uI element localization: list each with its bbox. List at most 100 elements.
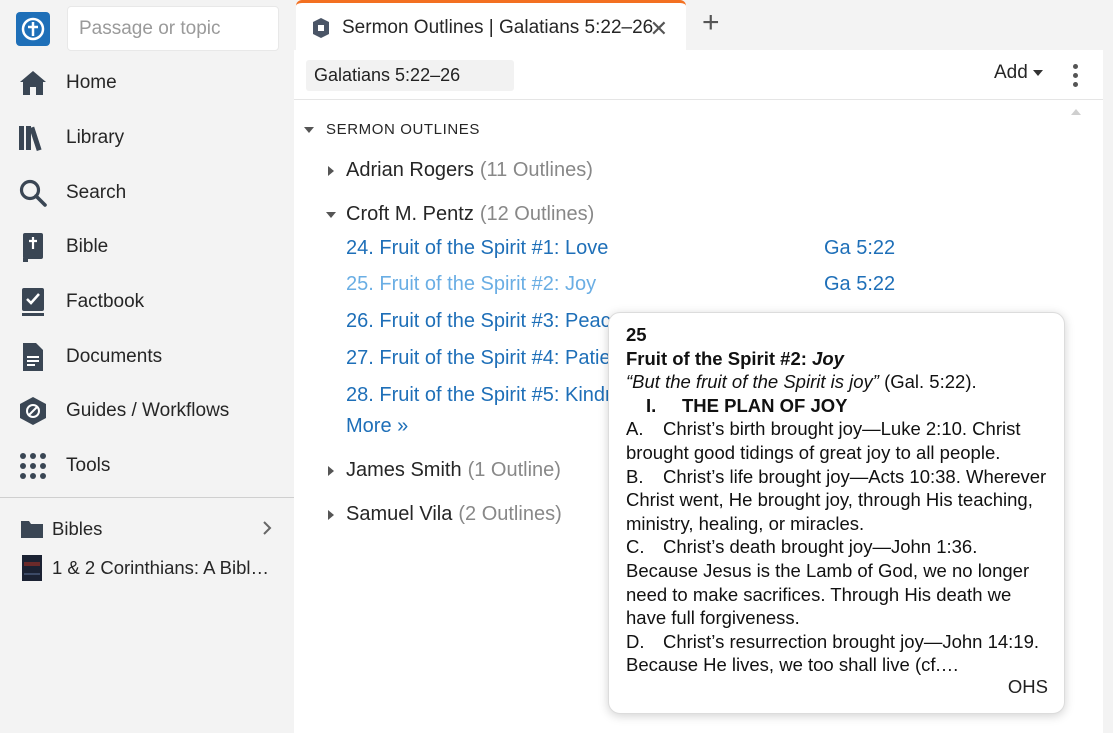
popup-title-prefix: Fruit of the Spirit #2: (626, 347, 813, 369)
book-cover-icon (20, 555, 44, 581)
popup-source-abbrev[interactable]: OHS (1008, 675, 1048, 699)
popup-point: A. Christ’s birth brought joy—Luke 2:10. … (626, 417, 1048, 464)
expanded-triangle-icon (326, 211, 336, 218)
section-header-sermon-outlines[interactable]: SERMON OUTLINES (304, 121, 480, 138)
logos-logo-icon[interactable] (16, 12, 50, 46)
outline-link[interactable]: 24. Fruit of the Spirit #1: Love (346, 237, 608, 260)
point-label: C. (626, 536, 645, 558)
author-name: Adrian Rogers (346, 159, 474, 181)
sidebar-item-bible[interactable]: Bible (0, 220, 294, 275)
more-outlines-link[interactable]: More » (346, 415, 408, 438)
popup-heading-num: I. (646, 394, 657, 416)
collapsed-triangle-icon (326, 509, 336, 520)
passage-search-input[interactable] (67, 6, 279, 51)
outline-link[interactable]: 26. Fruit of the Spirit #3: Peace (346, 310, 622, 333)
author-name: Samuel Vila (346, 503, 453, 525)
point-text: Christ’s death brought joy—John 1:36. Be… (626, 536, 1030, 629)
popup-point: D. Christ’s resurrection brought joy—John… (626, 630, 1048, 677)
shelf-folder-label: Bibles (52, 518, 103, 539)
sidebar-item-label: Bible (66, 236, 109, 258)
outline-link[interactable]: 27. Fruit of the Spirit #4: Patience (346, 347, 643, 370)
shelf-book-label: 1 & 2 Corinthians: A Bible Commentary (52, 557, 277, 578)
reference-input[interactable] (306, 60, 514, 91)
shelf-book-corinthians[interactable]: 1 & 2 Corinthians: A Bible Commentary (0, 549, 294, 587)
outline-link[interactable]: 25. Fruit of the Spirit #2: Joy (346, 273, 596, 296)
sidebar: Home Library Search Bible Factbook (0, 0, 294, 733)
bible-icon (18, 232, 48, 263)
point-label: A. (626, 418, 644, 440)
shelf-folder-bibles[interactable]: Bibles (0, 510, 294, 548)
home-icon (18, 68, 48, 98)
popup-title-italic: Joy (812, 347, 844, 369)
author-name: James Smith (346, 459, 462, 481)
outline-preview-popup: 25 Fruit of the Spirit #2: Joy “But the … (608, 312, 1065, 714)
tab-bar: Sermon Outlines | Galatians 5:22–26 ✕ + (294, 0, 1113, 52)
popup-number: 25 (626, 324, 647, 345)
author-row[interactable]: James Smith (1 Outline) (326, 459, 561, 482)
popup-title: Fruit of the Spirit #2: Joy (626, 347, 1048, 371)
popup-heading-text: THE PLAN OF JOY (682, 394, 848, 416)
sidebar-item-label: Factbook (66, 291, 145, 313)
sidebar-item-search[interactable]: Search (0, 165, 294, 220)
folder-icon (20, 517, 44, 541)
outline-reference-link[interactable]: Ga 5:22 (824, 273, 895, 296)
library-icon (18, 123, 48, 153)
author-name: Croft M. Pentz (346, 203, 474, 225)
sidebar-item-documents[interactable]: Documents (0, 329, 294, 384)
author-count: (2 Outlines) (458, 503, 562, 525)
new-tab-button[interactable]: + (702, 8, 720, 38)
tools-icon (18, 451, 48, 481)
caret-down-icon (1032, 70, 1043, 76)
panel-toolbar: Add (294, 50, 1103, 100)
point-text: Christ’s birth brought joy—Luke 2:10. Ch… (626, 418, 1021, 463)
sidebar-item-tools[interactable]: Tools (0, 439, 294, 494)
point-label: D. (626, 630, 645, 652)
sidebar-item-label: Guides / Workflows (66, 400, 230, 422)
author-row[interactable]: Samuel Vila (2 Outlines) (326, 503, 562, 526)
author-count: (11 Outlines) (479, 159, 593, 181)
popup-point: C. Christ’s death brought joy—John 1:36. … (626, 535, 1048, 629)
sidebar-item-label: Tools (66, 455, 111, 477)
sidebar-item-label: Documents (66, 345, 163, 367)
sidebar-item-home[interactable]: Home (0, 56, 294, 111)
tab-sermon-outlines[interactable]: Sermon Outlines | Galatians 5:22–26 ✕ (296, 0, 686, 52)
collapsed-triangle-icon (326, 165, 336, 176)
add-label: Add (994, 62, 1028, 83)
sidebar-item-label: Home (66, 72, 117, 94)
sidebar-item-label: Search (66, 181, 127, 203)
scroll-up-arrow-icon[interactable] (1071, 109, 1081, 115)
add-button[interactable]: Add (994, 62, 1043, 84)
documents-icon (18, 342, 48, 372)
author-count: (12 Outlines) (479, 203, 595, 225)
point-text: Christ’s life brought joy—Acts 10:38. Wh… (626, 465, 1047, 534)
popup-quote: “But the fruit of the Spirit is joy” (Ga… (626, 370, 1048, 394)
collapsed-triangle-icon (326, 465, 336, 476)
sermon-outline-icon (312, 17, 330, 39)
section-title: SERMON OUTLINES (326, 121, 481, 138)
close-icon[interactable]: ✕ (650, 16, 668, 42)
author-row[interactable]: Croft M. Pentz (12 Outlines) (326, 203, 594, 226)
point-label: B. (626, 465, 644, 487)
popup-quote-text: “But the fruit of the Spirit is joy” (626, 371, 879, 393)
popup-quote-ref: (Gal. 5:22). (878, 371, 977, 393)
sidebar-item-library[interactable]: Library (0, 111, 294, 166)
sidebar-item-label: Library (66, 127, 125, 149)
chevron-right-icon (262, 520, 272, 541)
author-count: (1 Outline) (467, 459, 561, 481)
more-options-icon[interactable] (1070, 62, 1080, 88)
sidebar-item-factbook[interactable]: Factbook (0, 275, 294, 330)
search-icon (18, 178, 48, 208)
author-row[interactable]: Adrian Rogers (11 Outlines) (326, 159, 593, 182)
sidebar-item-guides[interactable]: Guides / Workflows (0, 384, 294, 439)
sidebar-divider (0, 497, 294, 498)
expanded-triangle-icon (304, 126, 314, 133)
factbook-icon (18, 287, 48, 317)
outline-link[interactable]: 28. Fruit of the Spirit #5: Kindness (346, 384, 647, 407)
outline-reference-link[interactable]: Ga 5:22 (824, 237, 895, 260)
guides-icon (18, 396, 48, 426)
sidebar-nav: Home Library Search Bible Factbook Docum… (0, 56, 294, 494)
popup-point: B. Christ’s life brought joy—Acts 10:38. … (626, 465, 1048, 536)
point-text: Christ’s resurrection brought joy—John 1… (626, 630, 1040, 676)
tab-title: Sermon Outlines | Galatians 5:22–26 (342, 16, 654, 38)
popup-heading: I. THE PLAN OF JOY (626, 394, 1048, 418)
